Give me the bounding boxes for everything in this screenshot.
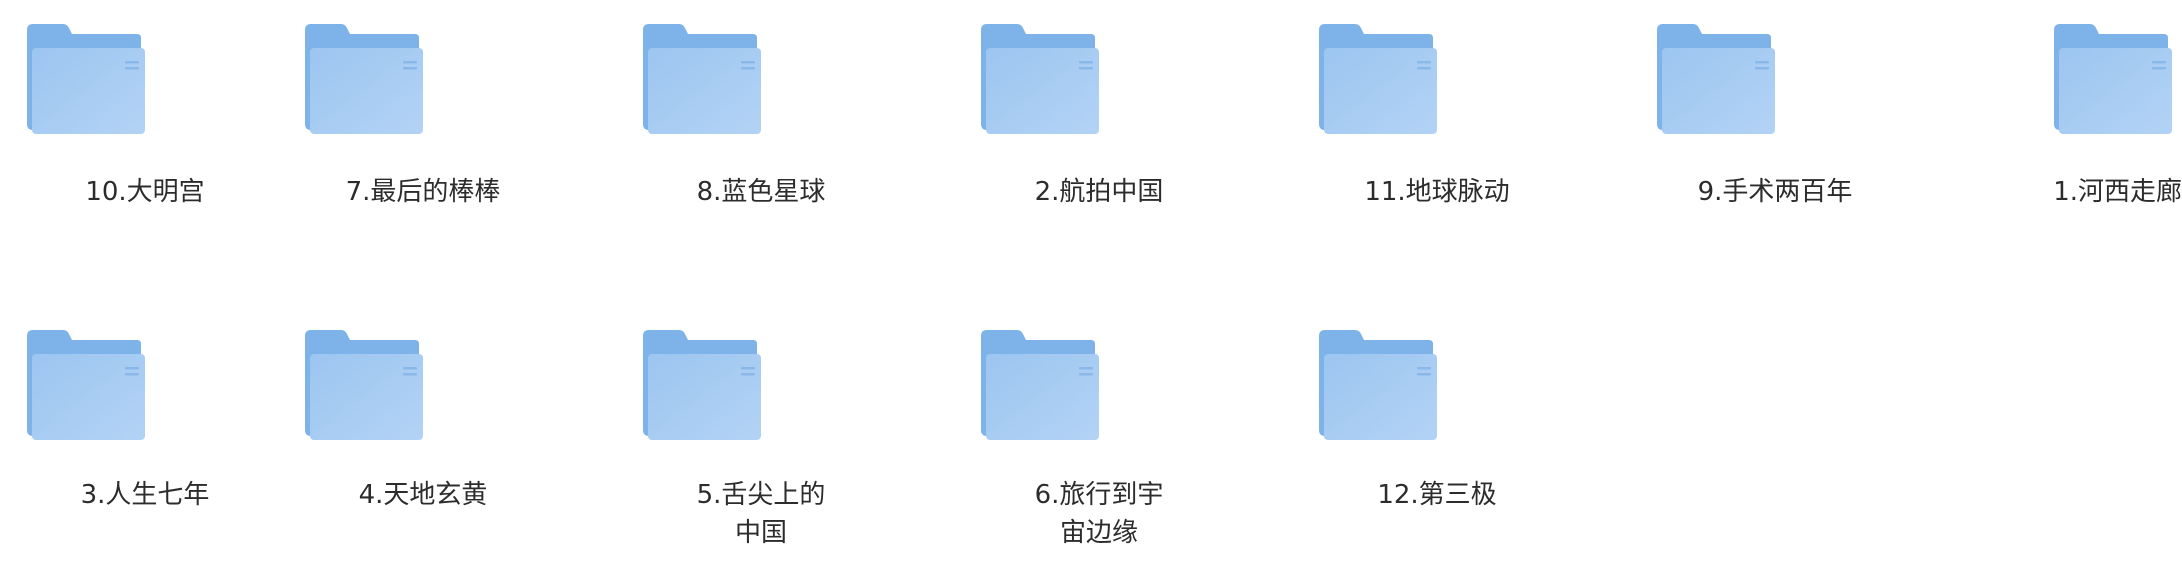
folder-icon bbox=[641, 330, 761, 442]
folder-label: 9.手术两百年 bbox=[1697, 177, 1853, 207]
folder-label: 6.旅行到宇宙边缘 bbox=[1034, 480, 1164, 548]
folder-label: 2.航拍中国 bbox=[1034, 177, 1164, 207]
folder-label: 8.蓝色星球 bbox=[696, 177, 826, 207]
folder-label: 4.天地玄黄 bbox=[358, 480, 488, 510]
folder-icon bbox=[1655, 24, 1775, 136]
folder-icon bbox=[25, 330, 145, 442]
folder-grid: 10.大明宫 7.最后的棒棒 8.蓝色星球 2.航拍中国 11.地球脉动 9.手… bbox=[0, 0, 2182, 568]
folder-icon bbox=[303, 330, 423, 442]
folder-icon bbox=[25, 24, 145, 136]
folder-label: 5.舌尖上的中国 bbox=[696, 480, 826, 548]
folder-icon bbox=[1317, 330, 1437, 442]
folder-label: 1.河西走廊 bbox=[2053, 177, 2182, 207]
folder-icon bbox=[979, 330, 1099, 442]
folder-label: 11.地球脉动 bbox=[1364, 177, 1510, 207]
folder-label: 7.最后的棒棒 bbox=[345, 177, 501, 207]
folder-label: 12.第三极 bbox=[1377, 480, 1497, 510]
folder-icon bbox=[979, 24, 1099, 136]
folder-icon bbox=[303, 24, 423, 136]
folder-icon bbox=[1317, 24, 1437, 136]
folder-icon bbox=[641, 24, 761, 136]
folder-icon bbox=[2052, 24, 2172, 136]
